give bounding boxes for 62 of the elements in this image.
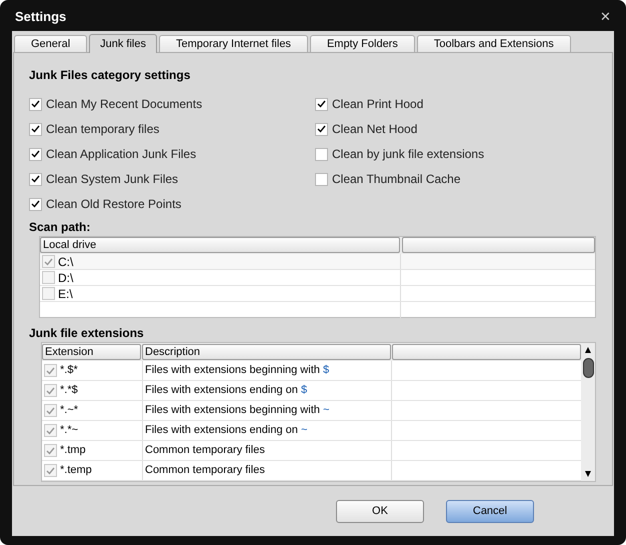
checkbox[interactable] — [44, 424, 57, 437]
table-cell-text: Files with extensions ending on $ — [145, 383, 308, 398]
column-header[interactable]: Extension — [42, 344, 141, 360]
window-title: Settings — [15, 8, 66, 26]
checkbox-label: Clean by junk file extensions — [332, 146, 484, 163]
scroll-up-icon[interactable] — [584, 346, 592, 354]
checkbox[interactable] — [44, 364, 57, 377]
tab[interactable]: General — [14, 35, 88, 52]
checkbox[interactable] — [42, 271, 55, 284]
ok-button[interactable]: OK — [336, 500, 424, 522]
table-cell-text: *.$* — [60, 363, 78, 378]
checkbox[interactable] — [44, 404, 57, 417]
checkbox[interactable] — [315, 148, 328, 160]
column-header[interactable]: Local drive — [40, 237, 400, 253]
tab[interactable]: Junk files — [89, 34, 157, 53]
table-cell-text: *.*~ — [60, 423, 78, 438]
section-heading: Scan path: — [29, 219, 92, 234]
checkbox[interactable] — [315, 172, 328, 186]
scroll-thumb[interactable] — [582, 358, 594, 378]
checkbox[interactable] — [29, 148, 42, 160]
checkbox[interactable] — [315, 122, 328, 136]
tab[interactable]: Temporary Internet files — [159, 35, 308, 52]
checkbox[interactable] — [29, 172, 42, 186]
checkbox[interactable] — [29, 98, 42, 110]
checkbox-label: Clean Net Hood — [332, 121, 418, 138]
checkbox-label: Clean temporary files — [46, 121, 160, 138]
close-button[interactable]: ✕ — [600, 7, 611, 27]
checkbox-label: Clean System Junk Files — [46, 171, 178, 188]
drive-label: C:\ — [58, 254, 74, 270]
table-cell-text: Common temporary files — [145, 443, 265, 458]
checkbox-label: Clean Thumbnail Cache — [332, 171, 461, 188]
table-cell-text: *.tmp — [60, 443, 86, 458]
drive-label: D:\ — [58, 270, 74, 286]
checkbox[interactable] — [42, 287, 55, 300]
checkbox-label: Clean My Recent Documents — [46, 96, 202, 113]
checkbox[interactable] — [42, 255, 55, 268]
table-cell-text: Common temporary files — [145, 463, 265, 478]
table-cell-text: *.*$ — [60, 383, 78, 398]
table-cell-text: *.temp — [60, 463, 92, 478]
checkbox-label: Clean Print Hood — [332, 96, 424, 113]
checkbox[interactable] — [315, 98, 328, 110]
checkbox-label: Clean Application Junk Files — [46, 146, 196, 163]
table-cell-text: Files with extensions beginning with $ — [145, 363, 330, 378]
tab[interactable]: Toolbars and Extensions — [416, 35, 571, 52]
scroll-down-icon[interactable] — [584, 470, 592, 478]
checkbox[interactable] — [44, 464, 57, 477]
checkbox[interactable] — [29, 122, 42, 136]
table-cell-text: Files with extensions ending on ~ — [145, 423, 308, 438]
checkbox-label: Clean Old Restore Points — [46, 196, 182, 213]
checkbox[interactable] — [44, 384, 57, 397]
table-cell-text: *.~* — [60, 403, 78, 418]
tab[interactable]: Empty Folders — [310, 35, 415, 52]
checkbox[interactable] — [29, 198, 42, 210]
scrollbar[interactable] — [581, 343, 595, 481]
column-header[interactable]: Description — [142, 344, 391, 360]
table-cell-text: Files with extensions beginning with ~ — [145, 403, 330, 418]
section-heading: Junk Files category settings — [29, 67, 192, 82]
column-header[interactable] — [402, 237, 595, 253]
drive-label: E:\ — [58, 286, 73, 302]
section-heading: Junk file extensions — [29, 325, 145, 340]
checkbox[interactable] — [44, 444, 57, 457]
cancel-button[interactable]: Cancel — [446, 500, 534, 522]
